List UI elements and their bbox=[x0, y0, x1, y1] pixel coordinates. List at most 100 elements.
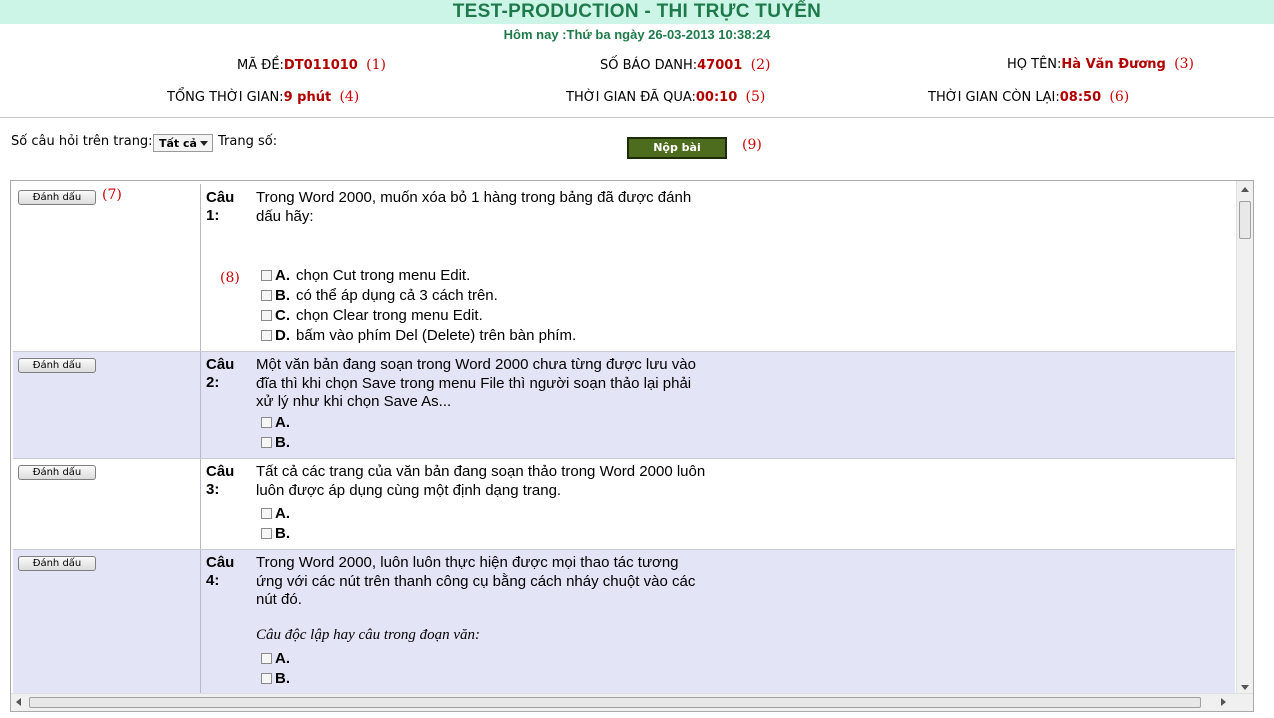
question-number: Câu 4: bbox=[206, 554, 235, 589]
page-number-label: Trang số: bbox=[218, 134, 278, 149]
candidate-name-label: HỌ TÊN: bbox=[1007, 57, 1062, 72]
date-line: Hôm nay :Thứ ba ngày 26-03-2013 10:38:24 bbox=[503, 27, 771, 42]
option-letter: A. bbox=[275, 267, 290, 284]
scroll-up-icon[interactable] bbox=[1241, 187, 1249, 192]
candidate-number: SỐ BÁO DANH:47001 (2) bbox=[600, 57, 770, 73]
exam-code: MÃ ĐỀ:DT011010 (1) bbox=[237, 57, 386, 73]
option-text: bấm vào phím Del (Delete) trên bàn phím. bbox=[296, 327, 577, 344]
option-d-checkbox[interactable] bbox=[261, 330, 272, 341]
question-number: Câu 2: bbox=[206, 356, 235, 391]
option-a-checkbox[interactable] bbox=[261, 417, 272, 428]
annotation-8: (8) bbox=[220, 270, 240, 286]
question-note: Câu độc lập hay câu trong đoạn văn: bbox=[256, 627, 480, 643]
option-b-checkbox[interactable] bbox=[261, 528, 272, 539]
annotation-9: (9) bbox=[742, 137, 762, 153]
option-a-checkbox[interactable] bbox=[261, 270, 272, 281]
question-left-cell: Đánh dấu bbox=[13, 459, 201, 549]
question-row: Đánh dấu Câu 3: Tất cả các trang của văn… bbox=[13, 459, 1235, 550]
option-letter: B. bbox=[275, 434, 290, 451]
annotation-3: (3) bbox=[1174, 56, 1194, 72]
question-text: Trong Word 2000, luôn luôn thực hiện đượ… bbox=[256, 554, 696, 608]
option-text: chọn Clear trong menu Edit. bbox=[296, 307, 483, 324]
question-row: Đánh dấu Câu 2: Một văn bản đang soạn tr… bbox=[13, 352, 1235, 459]
option-b: B. bbox=[261, 669, 296, 689]
question-row: Đánh dấu (7) Câu 1: Trong Word 2000, muố… bbox=[13, 184, 1235, 352]
remaining-time-value: 08:50 bbox=[1059, 90, 1102, 105]
option-c-checkbox[interactable] bbox=[261, 310, 272, 321]
question-number: Câu 1: bbox=[206, 189, 235, 224]
question-left-cell: Đánh dấu bbox=[13, 352, 201, 458]
option-letter: D. bbox=[275, 327, 290, 344]
question-left-cell: Đánh dấu (7) bbox=[13, 184, 201, 351]
annotation-1: (1) bbox=[366, 57, 386, 73]
option-b-checkbox[interactable] bbox=[261, 290, 272, 301]
candidate-name-value: Hà Văn Đương bbox=[1061, 57, 1166, 72]
annotation-6: (6) bbox=[1109, 89, 1130, 105]
mark-button[interactable]: Đánh dấu bbox=[18, 465, 96, 480]
option-letter: B. bbox=[275, 287, 290, 304]
per-page-select[interactable]: Tất cả bbox=[153, 134, 213, 152]
divider bbox=[0, 117, 1274, 118]
option-c: C. chọn Clear trong menu Edit. bbox=[261, 306, 483, 326]
annotation-2: (2) bbox=[750, 57, 771, 73]
page-title: TEST-PRODUCTION - THI TRỰC TUYẾN bbox=[452, 1, 822, 22]
question-left-cell: Đánh dấu bbox=[13, 550, 201, 700]
question-text: Trong Word 2000, muốn xóa bỏ 1 hàng tron… bbox=[256, 189, 692, 225]
option-b: B. bbox=[261, 433, 296, 453]
mark-button[interactable]: Đánh dấu bbox=[18, 190, 96, 205]
option-letter: A. bbox=[275, 414, 290, 431]
candidate-name: HỌ TÊN:Hà Văn Đương (3) bbox=[1007, 56, 1194, 72]
option-letter: A. bbox=[275, 650, 290, 667]
remaining-time: THỜI GIAN CÒN LẠI:08:50 (6) bbox=[928, 89, 1129, 105]
option-b: B. có thể áp dụng cả 3 cách trên. bbox=[261, 286, 498, 306]
elapsed-time-value: 00:10 bbox=[695, 90, 738, 105]
title-bar: TEST-PRODUCTION - THI TRỰC TUYẾN bbox=[0, 0, 1274, 24]
option-text: chọn Cut trong menu Edit. bbox=[296, 267, 471, 284]
exam-code-label: MÃ ĐỀ: bbox=[237, 58, 284, 73]
option-letter: C. bbox=[275, 307, 290, 324]
scroll-left-icon[interactable] bbox=[16, 698, 21, 706]
elapsed-time-label: THỜI GIAN ĐÃ QUA: bbox=[566, 90, 696, 105]
questions-frame[interactable]: Đánh dấu (7) Câu 1: Trong Word 2000, muố… bbox=[10, 180, 1254, 712]
question-number: Câu 3: bbox=[206, 463, 235, 498]
option-b-checkbox[interactable] bbox=[261, 673, 272, 684]
option-text: có thể áp dụng cả 3 cách trên. bbox=[296, 287, 498, 304]
mark-button[interactable]: Đánh dấu bbox=[18, 358, 96, 373]
vertical-scrollbar[interactable] bbox=[1236, 181, 1253, 694]
chevron-down-icon bbox=[200, 141, 208, 146]
option-a: A. chọn Cut trong menu Edit. bbox=[261, 266, 470, 286]
question-row: Đánh dấu Câu 4: Trong Word 2000, luôn lu… bbox=[13, 550, 1235, 700]
option-a: A. bbox=[261, 413, 296, 433]
per-page-label: Số câu hỏi trên trang: bbox=[11, 134, 153, 149]
option-a: A. bbox=[261, 649, 296, 669]
option-letter: B. bbox=[275, 525, 290, 542]
option-a-checkbox[interactable] bbox=[261, 508, 272, 519]
horizontal-scroll-thumb[interactable] bbox=[29, 697, 1201, 708]
option-letter: A. bbox=[275, 505, 290, 522]
candidate-number-label: SỐ BÁO DANH: bbox=[600, 58, 698, 73]
annotation-5: (5) bbox=[745, 89, 766, 105]
option-b: B. bbox=[261, 524, 296, 544]
total-time: TỔNG THỜI GIAN:9 phút (4) bbox=[167, 89, 359, 105]
option-a: A. bbox=[261, 504, 296, 524]
scroll-right-icon[interactable] bbox=[1221, 698, 1226, 706]
elapsed-time: THỜI GIAN ĐÃ QUA:00:10 (5) bbox=[566, 89, 765, 105]
total-time-value: 9 phút bbox=[283, 90, 332, 105]
mark-button[interactable]: Đánh dấu bbox=[18, 556, 96, 571]
option-a-checkbox[interactable] bbox=[261, 653, 272, 664]
candidate-number-value: 47001 bbox=[697, 58, 743, 73]
per-page-selected-value: Tất cả bbox=[159, 137, 197, 150]
total-time-label: TỔNG THỜI GIAN: bbox=[167, 90, 284, 105]
vertical-scroll-thumb[interactable] bbox=[1239, 201, 1251, 239]
scroll-down-icon[interactable] bbox=[1241, 685, 1249, 690]
submit-button[interactable]: Nộp bài bbox=[627, 137, 727, 159]
remaining-time-label: THỜI GIAN CÒN LẠI: bbox=[928, 90, 1060, 105]
exam-code-value: DT011010 bbox=[283, 58, 358, 73]
option-d: D. bấm vào phím Del (Delete) trên bàn phí… bbox=[261, 326, 576, 346]
option-letter: B. bbox=[275, 670, 290, 687]
horizontal-scrollbar[interactable] bbox=[11, 693, 1253, 711]
annotation-7: (7) bbox=[102, 187, 122, 203]
annotation-4: (4) bbox=[339, 89, 360, 105]
option-b-checkbox[interactable] bbox=[261, 437, 272, 448]
question-text: Một văn bản đang soạn trong Word 2000 ch… bbox=[256, 356, 696, 410]
